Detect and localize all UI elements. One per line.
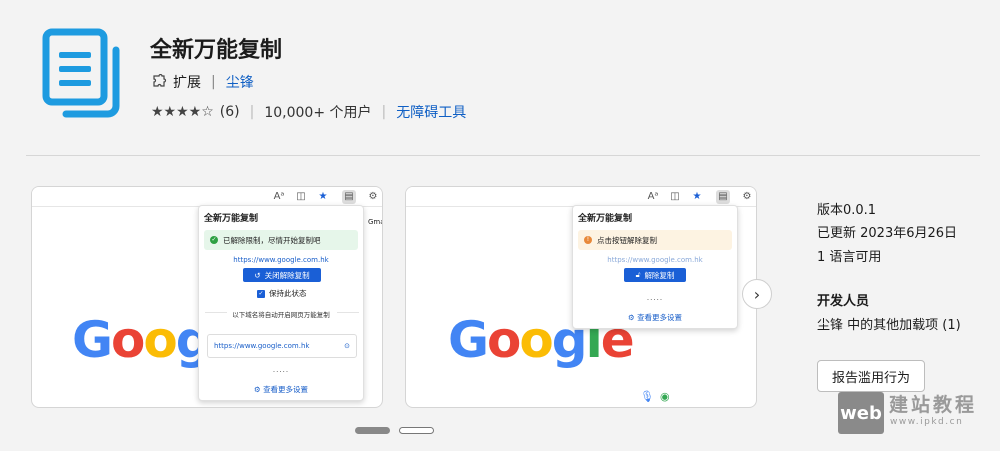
page-title: 全新万能复制 bbox=[150, 38, 283, 63]
keep-state-checkbox[interactable]: ✓ 保持此状态 bbox=[257, 288, 307, 299]
popup-title: 全新万能复制 bbox=[578, 214, 633, 224]
auto-domain-hint: 以下域名将自动开启网页万能复制 bbox=[232, 311, 330, 319]
info-icon: ! bbox=[584, 236, 592, 244]
unlock-icon: 🔓︎ bbox=[635, 270, 641, 279]
split-view-icon: ◫ bbox=[670, 191, 680, 202]
user-count: 10,000+ 个用户 bbox=[264, 105, 372, 121]
extension-icon: ▤ bbox=[342, 190, 356, 204]
gear-icon: ⚙ bbox=[368, 191, 378, 202]
chevron-right-icon: › bbox=[753, 284, 761, 304]
unlock-copy-button[interactable]: 🔓︎ 解除复制 bbox=[624, 268, 686, 282]
screenshot-1[interactable]: Aᵃ ◫ ★ ▤ ⚙ Gma Googl 全新万能复制 ✓ 已解除限制，尽情开始… bbox=[31, 186, 383, 408]
languages-link[interactable]: 1 语言可用 bbox=[817, 246, 881, 265]
separator: | bbox=[381, 104, 387, 120]
read-aloud-icon: Aᵃ bbox=[647, 191, 659, 202]
ellipsis: ..... bbox=[272, 366, 290, 374]
document-copy-icon bbox=[42, 28, 120, 118]
check-icon: ✓ bbox=[210, 236, 218, 244]
gear-icon: ⚙ bbox=[742, 191, 752, 202]
more-settings-link[interactable]: ⚙ 查看更多设置 bbox=[199, 384, 363, 395]
rating-count[interactable]: (6) bbox=[220, 104, 240, 120]
category-row: 扩展 | 尘锋 bbox=[151, 72, 254, 92]
star-icon: ★ bbox=[692, 191, 702, 202]
watermark: web 建站教程 www.ipkd.cn bbox=[838, 384, 1000, 434]
stats-row: ★★★★☆ (6) | 10,000+ 个用户 | 无障碍工具 bbox=[151, 102, 466, 122]
updated-date: 已更新 2023年6月26日 bbox=[817, 226, 958, 241]
developer-heading: 开发人员 bbox=[817, 294, 870, 309]
extension-icon: ▤ bbox=[716, 190, 730, 204]
domain-list-item[interactable]: https://www.google.com.hk ⊙ bbox=[207, 334, 357, 358]
category-label: 扩展 bbox=[173, 75, 201, 91]
current-url: https://www.google.com.hk bbox=[233, 256, 329, 264]
ellipsis: ..... bbox=[646, 294, 664, 302]
accessibility-link[interactable]: 无障碍工具 bbox=[396, 102, 466, 122]
undo-icon: ↺ bbox=[254, 270, 261, 280]
status-banner: ! 点击按钮解除复制 bbox=[578, 230, 732, 250]
author-link[interactable]: 尘锋 bbox=[226, 72, 254, 92]
watermark-title: 建站教程 bbox=[889, 394, 978, 416]
watermark-logo: web bbox=[838, 392, 884, 434]
puzzle-icon bbox=[153, 74, 167, 87]
remove-domain-icon[interactable]: ⊙ bbox=[344, 342, 350, 350]
screenshot-2[interactable]: Aᵃ ◫ ★ ▤ ⚙ Google 🎙 ◉ 全新万能复制 ! 点击按钮解除复制 … bbox=[405, 186, 757, 408]
star-icon: ★ bbox=[318, 191, 328, 202]
status-banner: ✓ 已解除限制，尽情开始复制吧 bbox=[204, 230, 358, 250]
disable-unlock-button[interactable]: ↺ 关闭解除复制 bbox=[243, 268, 321, 282]
pager-dot-1[interactable] bbox=[355, 427, 390, 434]
divider-line bbox=[337, 312, 359, 313]
pager-dot-2[interactable] bbox=[399, 427, 434, 434]
domain-text: https://www.google.com.hk bbox=[214, 342, 310, 350]
settings-icon: ⚙ bbox=[627, 313, 635, 322]
browser-toolbar: Aᵃ ◫ ★ ▤ ⚙ bbox=[406, 187, 756, 207]
header-divider bbox=[26, 155, 980, 156]
extension-popup: 全新万能复制 ✓ 已解除限制，尽情开始复制吧 https://www.googl… bbox=[198, 205, 364, 401]
watermark-url: www.ipkd.cn bbox=[890, 417, 964, 427]
banner-text: 点击按钮解除复制 bbox=[597, 235, 657, 245]
extension-popup: 全新万能复制 ! 点击按钮解除复制 https://www.google.com… bbox=[572, 205, 738, 329]
lens-icon: ◉ bbox=[660, 390, 670, 403]
current-url: https://www.google.com.hk bbox=[607, 256, 703, 264]
settings-icon: ⚙ bbox=[253, 385, 261, 394]
popup-title: 全新万能复制 bbox=[204, 214, 259, 224]
browser-toolbar: Aᵃ ◫ ★ ▤ ⚙ bbox=[32, 187, 382, 207]
side-text: Gma bbox=[368, 218, 383, 226]
banner-text: 已解除限制，尽情开始复制吧 bbox=[223, 235, 321, 245]
version-text: 版本0.0.1 bbox=[817, 203, 877, 218]
developer-link[interactable]: 尘锋 中的其他加载项 (1) bbox=[817, 314, 961, 333]
microphone-icon: 🎙 bbox=[640, 390, 654, 403]
separator: | bbox=[249, 104, 255, 120]
checkbox-icon: ✓ bbox=[257, 289, 265, 298]
star-rating[interactable]: ★★★★☆ bbox=[151, 104, 214, 120]
more-settings-link[interactable]: ⚙ 查看更多设置 bbox=[573, 312, 737, 323]
next-screenshot-button[interactable]: › bbox=[742, 279, 772, 309]
separator: | bbox=[211, 74, 216, 90]
split-view-icon: ◫ bbox=[296, 191, 306, 202]
read-aloud-icon: Aᵃ bbox=[273, 191, 285, 202]
